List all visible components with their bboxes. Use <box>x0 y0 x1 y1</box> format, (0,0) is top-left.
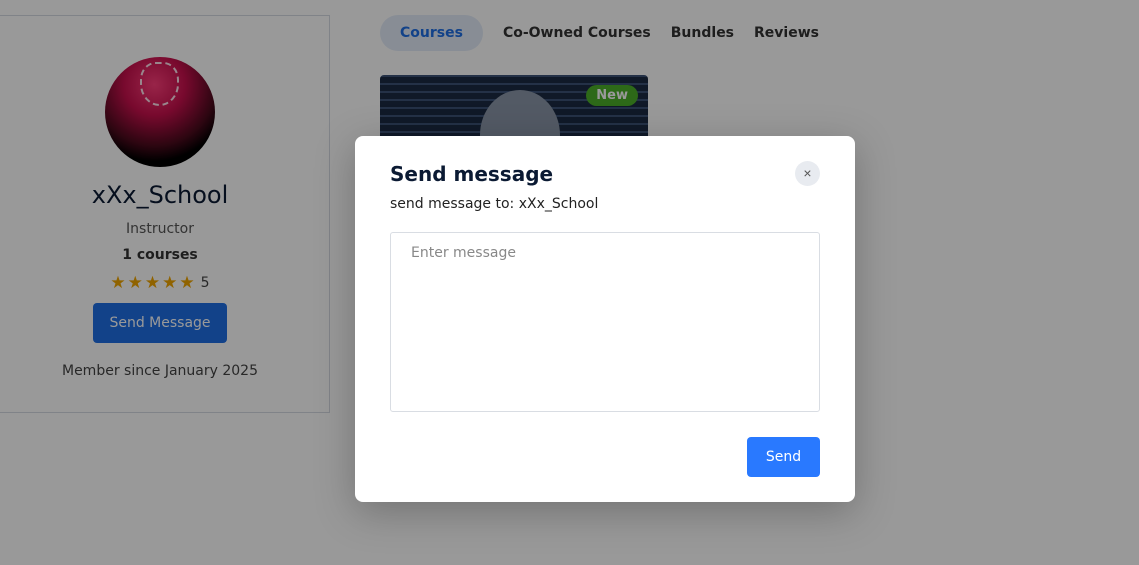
send-message-modal: Send message × send message to: xXx_Scho… <box>355 136 855 502</box>
close-icon[interactable]: × <box>795 161 820 186</box>
send-button[interactable]: Send <box>747 437 820 477</box>
recipient-text: send message to: xXx_School <box>390 196 599 212</box>
message-input[interactable] <box>390 232 820 412</box>
modal-title: Send message <box>390 162 554 186</box>
